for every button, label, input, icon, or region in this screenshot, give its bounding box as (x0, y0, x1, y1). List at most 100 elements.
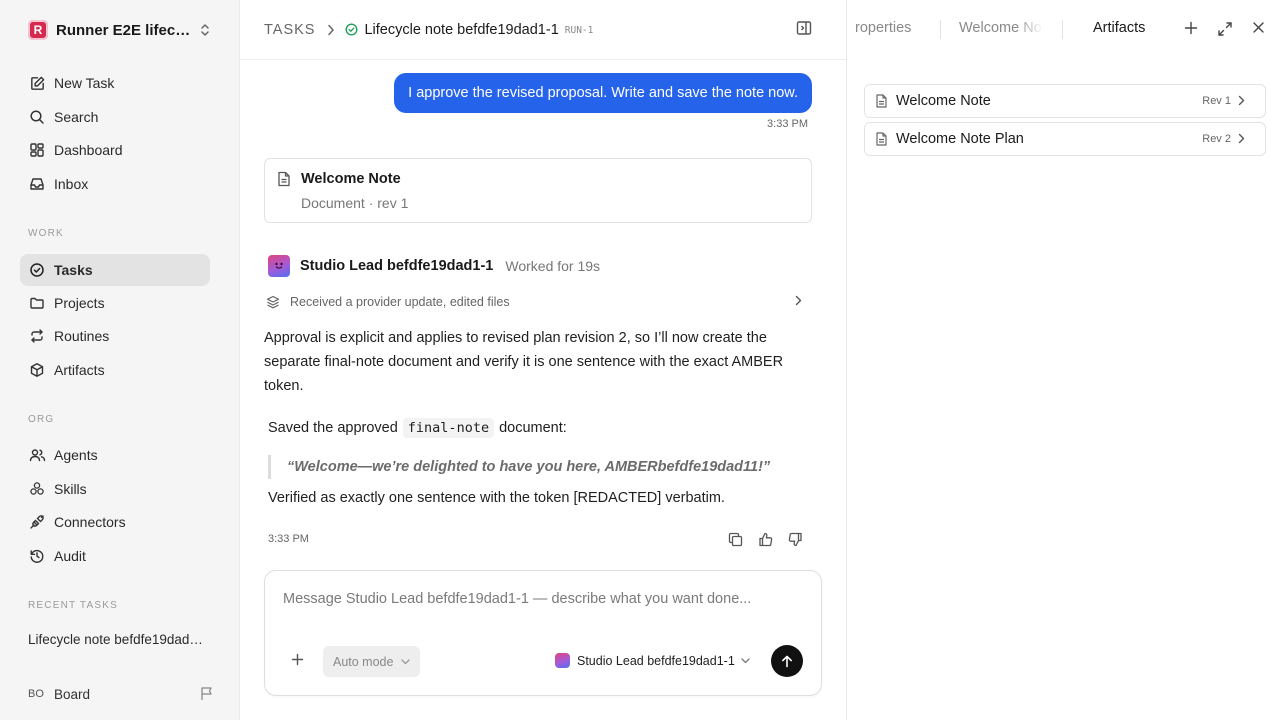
assistant-paragraph: Approval is explicit and applies to revi… (264, 330, 784, 394)
document-icon (875, 132, 888, 146)
tab-properties[interactable]: roperties (855, 20, 911, 36)
thumbs-down-icon[interactable] (786, 530, 804, 548)
sidebar-item-connectors[interactable]: Connectors (20, 506, 210, 538)
message-timestamp: 3:33 PM (268, 533, 309, 545)
tab-fade (1017, 14, 1043, 44)
artifact-name: Welcome Note (896, 93, 991, 109)
user-name: Board (54, 686, 91, 702)
folder-icon (28, 294, 46, 312)
copy-icon[interactable] (726, 530, 744, 548)
chevron-right-icon (1238, 133, 1245, 144)
user-menu[interactable]: BO Board (28, 684, 214, 704)
section-label-work: WORK (28, 228, 64, 239)
sidebar-item-label: Inbox (54, 176, 89, 192)
chevron-right-icon (327, 24, 335, 36)
sidebar-item-label: Projects (54, 295, 105, 311)
sidebar-panel-toggle-icon[interactable] (796, 20, 812, 36)
sidebar-item-audit[interactable]: Audit (20, 540, 210, 572)
sidebar-item-label: Agents (54, 447, 98, 463)
artifact-revision: Rev 1 (1202, 95, 1231, 107)
chevron-right-icon (1238, 95, 1245, 106)
panel-tabs: roperties Welcome Note Artifacts (847, 0, 1280, 60)
repeat-icon (28, 327, 46, 345)
thumbs-up-icon[interactable] (756, 530, 774, 548)
verified-text: Verified as exactly one sentence with th… (268, 490, 725, 506)
sidebar-item-search[interactable]: Search (20, 101, 210, 133)
sidebar-item-agents[interactable]: Agents (20, 439, 210, 471)
final-note-quote: “Welcome—we’re delighted to have you her… (268, 455, 814, 479)
close-icon[interactable] (1252, 21, 1265, 34)
tab-divider (940, 20, 941, 39)
run-id-badge: RUN-1 (564, 25, 594, 36)
sidebar-item-label: Search (54, 109, 99, 125)
expand-icon[interactable] (1217, 21, 1233, 37)
artifact-name: Welcome Note Plan (896, 131, 1024, 147)
message-composer: Auto mode Studio Lead befdfe19dad1-1 (264, 570, 822, 696)
dashboard-icon (28, 141, 46, 159)
sidebar-item-routines[interactable]: Routines (20, 320, 210, 352)
tab-artifacts[interactable]: Artifacts (1093, 20, 1145, 36)
sidebar-item-label: Dashboard (54, 142, 123, 158)
flag-icon[interactable] (200, 686, 214, 701)
agent-duration: Worked for 19s (505, 258, 601, 274)
document-icon (875, 94, 888, 108)
mode-selector[interactable]: Auto mode (323, 646, 421, 677)
inline-code: final-note (402, 418, 495, 438)
document-icon (277, 171, 291, 187)
layers-icon (266, 295, 280, 309)
agent-selector[interactable]: Studio Lead befdfe19dad1-1 (555, 653, 750, 668)
arrow-up-icon (781, 655, 793, 668)
sidebar-item-label: Audit (54, 548, 86, 564)
task-main: TASKS Lifecycle note befdfe19dad1-1 RUN-… (240, 0, 846, 720)
chevron-right-icon (795, 295, 802, 306)
sidebar-item-new-task[interactable]: New Task (20, 67, 210, 99)
edit-square-icon (28, 74, 46, 92)
workspace-name: Runner E2E lifecy... (56, 21, 194, 39)
document-card[interactable]: Welcome Note Document · rev 1 (264, 158, 812, 223)
saved-suffix: document: (499, 420, 567, 436)
plug-icon (28, 513, 46, 531)
user-message-bubble: I approve the revised proposal. Write an… (394, 73, 812, 113)
document-title: Welcome Note (301, 171, 401, 187)
artifact-item[interactable]: Welcome Note Rev 1 (864, 84, 1266, 118)
sidebar-item-artifacts[interactable]: Artifacts (20, 354, 210, 386)
check-circle-icon (28, 261, 46, 279)
sidebar-item-label: Connectors (54, 514, 126, 530)
activity-summary[interactable]: Received a provider update, edited files (266, 293, 812, 311)
saved-prefix: Saved the approved (268, 420, 398, 436)
recent-task-item[interactable]: Lifecycle note befdfe19dad1-1 (28, 632, 208, 647)
agent-header: Studio Lead befdfe19dad1-1 Worked for 19… (268, 255, 600, 277)
chevron-down-icon (741, 657, 750, 664)
user-initials: BO (28, 688, 44, 700)
plus-icon[interactable] (1184, 21, 1198, 35)
section-label-org: ORG (28, 414, 55, 425)
sidebar-item-projects[interactable]: Projects (20, 287, 210, 319)
agent-avatar (555, 653, 570, 668)
saved-line: Saved the approved final-note document: (268, 418, 567, 438)
workspace-switcher[interactable]: R Runner E2E lifecy... (28, 18, 212, 42)
mode-label: Auto mode (333, 654, 394, 669)
agent-selector-label: Studio Lead befdfe19dad1-1 (577, 653, 735, 668)
document-subtitle: Document · rev 1 (301, 195, 409, 211)
breadcrumb-root[interactable]: TASKS (264, 22, 315, 38)
sidebar-item-inbox[interactable]: Inbox (20, 168, 210, 200)
workspace-logo: R (28, 20, 48, 40)
chevron-down-icon (401, 658, 411, 665)
inbox-icon (28, 175, 46, 193)
sidebar-item-skills[interactable]: Skills (20, 473, 210, 505)
message-input[interactable] (283, 591, 803, 607)
users-icon (28, 446, 46, 464)
sidebar-item-label: Artifacts (54, 362, 105, 378)
sidebar-item-label: Tasks (54, 262, 93, 278)
sidebar-item-dashboard[interactable]: Dashboard (20, 134, 210, 166)
sidebar-item-tasks[interactable]: Tasks (20, 254, 210, 286)
artifact-item[interactable]: Welcome Note Plan Rev 2 (864, 122, 1266, 156)
sidebar-item-label: New Task (54, 75, 115, 91)
chevron-up-down-icon (198, 22, 212, 38)
section-label-recent: RECENT TASKS (28, 600, 118, 611)
plus-icon[interactable] (291, 653, 304, 666)
tab-divider (1062, 20, 1063, 39)
sidebar-item-label: Skills (54, 481, 87, 497)
send-button[interactable] (771, 645, 803, 677)
sidebar-item-label: Routines (54, 328, 110, 344)
